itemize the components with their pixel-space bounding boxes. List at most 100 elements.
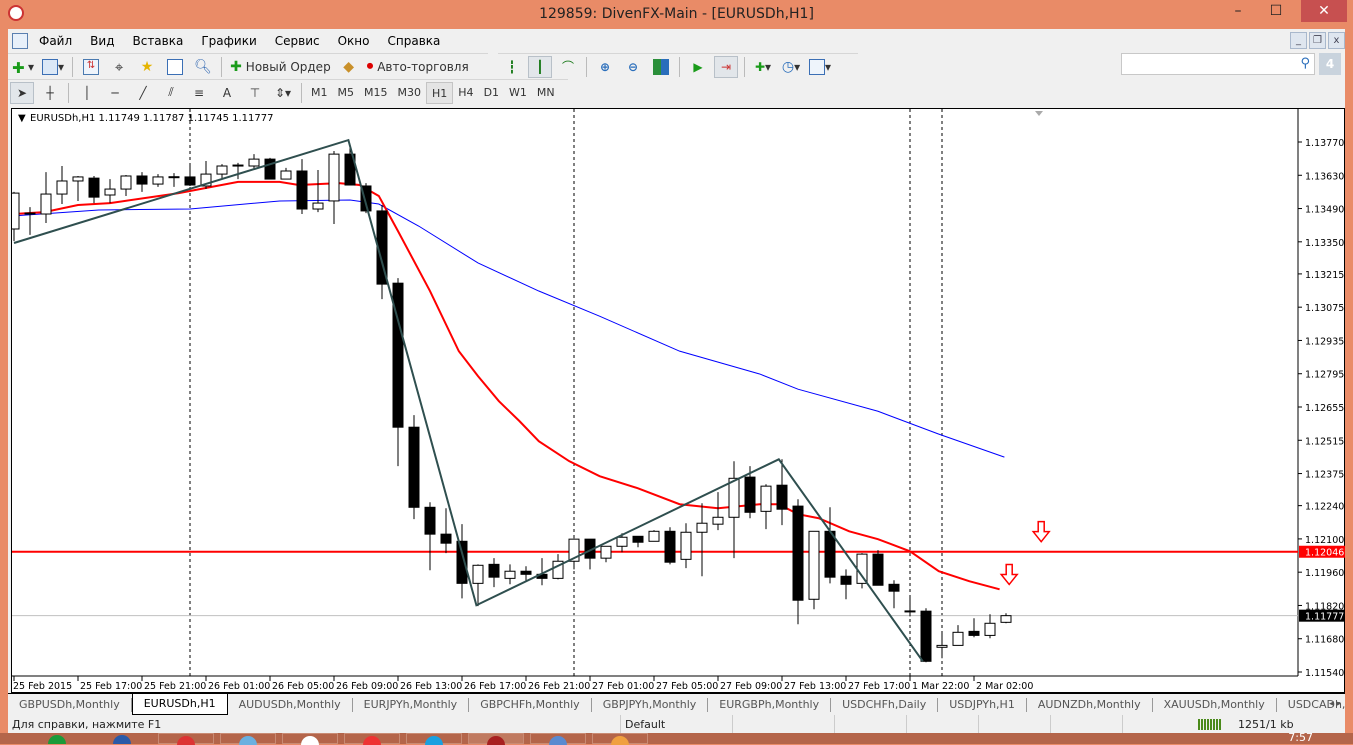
arrows-tool[interactable]: ⇕▾ (271, 82, 295, 104)
chart-shift-marker-icon[interactable] (1035, 111, 1043, 116)
candle (632, 535, 644, 548)
metaeditor-button[interactable]: ◆ (337, 56, 361, 78)
search-icon[interactable]: ⚲ (1300, 56, 1310, 71)
tab-gbpchfh-monthly[interactable]: GBPCHFh,Monthly (469, 697, 592, 712)
taskbar-store-icon[interactable] (30, 733, 86, 744)
taskbar-opera-icon[interactable] (344, 733, 400, 745)
zoom-in-button[interactable]: ⊕ (593, 56, 617, 78)
price-chart[interactable]: ▼ EURUSDh,H1 1.11749 1.11787 1.11745 1.1… (8, 109, 1346, 694)
autoscroll-button[interactable]: ▶ (686, 56, 710, 78)
market-watch-button[interactable]: ⇅ (79, 56, 103, 78)
taskbar-chrome-icon[interactable] (158, 733, 214, 745)
text-label-tool[interactable]: ⊤ (243, 82, 267, 104)
search-input[interactable]: ⚲ (1121, 53, 1315, 75)
chart-window[interactable]: ▼ EURUSDh,H1 1.11749 1.11787 1.11745 1.1… (8, 108, 1346, 694)
candle (88, 175, 100, 204)
timeframe-d1[interactable]: D1 (479, 82, 504, 104)
tab-gbpusdh-monthly[interactable]: GBPUSDh,Monthly (8, 697, 132, 712)
templates-button[interactable]: ▾ (807, 56, 833, 78)
tab-gbpjpyh-monthly[interactable]: GBPJPYh,Monthly (592, 697, 709, 712)
candle-body (232, 164, 244, 167)
chart-window-icon[interactable] (12, 33, 28, 49)
taskbar-skype-icon[interactable] (406, 733, 462, 745)
menu-tools[interactable]: Сервис (266, 29, 329, 53)
taskbar-metatrader-icon[interactable] (468, 733, 524, 745)
timeframe-mn[interactable]: MN (532, 82, 560, 104)
chart-shift-button[interactable]: ⇥ (714, 55, 738, 78)
menu-charts[interactable]: Графики (192, 29, 265, 53)
candle (936, 633, 948, 659)
candlestick-button[interactable]: ┃ (528, 55, 552, 78)
price-tick-label: 1.13630 (1305, 171, 1344, 182)
taskbar-word-icon[interactable] (95, 733, 151, 744)
menu-view[interactable]: Вид (81, 29, 123, 53)
time-tick-label: 2 Mar 02:00 (976, 681, 1033, 692)
tab-audnzdh-monthly[interactable]: AUDNZDh,Monthly (1027, 697, 1153, 712)
mdi-close-button[interactable]: x (1328, 32, 1345, 49)
tile-windows-button[interactable] (649, 56, 673, 78)
menu-window[interactable]: Окно (329, 29, 379, 53)
profiles-button[interactable]: ▾ (40, 56, 66, 78)
cursor-arrow-icon: ➤ (16, 85, 28, 100)
tab-eurusdh-h1[interactable]: EURUSDh,H1 (131, 694, 228, 715)
candle-body (248, 158, 260, 167)
tab-scroll-arrows-icon[interactable]: ◂ ▸ (1329, 699, 1341, 709)
zoom-out-button[interactable]: ⊖ (621, 56, 645, 78)
timeframe-m1[interactable]: M1 (306, 82, 333, 104)
menu-file[interactable]: Файл (30, 29, 81, 53)
tab-usdchfh-daily[interactable]: USDCHFh,Daily (831, 697, 939, 712)
candle (648, 530, 660, 542)
status-traffic: 1251/1 kb (1238, 718, 1294, 731)
taskbar-explorer-icon[interactable] (220, 733, 276, 745)
timeframe-m30[interactable]: M30 (393, 82, 427, 104)
bar-chart-button[interactable]: ┇ (500, 56, 524, 78)
cursor-tool[interactable]: ➤ (10, 81, 34, 104)
horizontal-line-tool[interactable]: ─ (103, 82, 127, 104)
maximize-button[interactable]: ☐ (1261, 0, 1291, 22)
auto-trading-button[interactable]: ⏺ Авто-торговля (365, 56, 471, 78)
periods-button[interactable]: ◷ ▾ (779, 56, 803, 78)
timeframe-m5[interactable]: M5 (333, 82, 360, 104)
fibonacci-tool[interactable]: ≡ (187, 82, 211, 104)
line-chart-button[interactable]: ⌒ (556, 56, 580, 78)
mdi-restore-button[interactable]: ❐ (1309, 32, 1326, 49)
status-help: Для справки, нажмите F1 (12, 718, 162, 731)
terminal-button[interactable] (163, 56, 187, 78)
menu-insert[interactable]: Вставка (123, 29, 192, 53)
trendline-tool[interactable]: ╱ (131, 82, 155, 104)
timeframe-m15[interactable]: M15 (359, 82, 393, 104)
terminal-icon (167, 58, 184, 75)
menu-help[interactable]: Справка (379, 29, 450, 53)
timeframe-w1[interactable]: W1 (504, 82, 532, 104)
tab-xauusdh-monthly[interactable]: XAUUSDh,Monthly (1153, 697, 1277, 712)
equidistant-channel-tool[interactable]: ⫽ (159, 82, 183, 104)
tab-audusdh-monthly[interactable]: AUDUSDh,Monthly (228, 697, 353, 712)
new-chart-button[interactable]: ✚ ▾ (10, 56, 36, 78)
tab-eurjpyh-monthly[interactable]: EURJPYh,Monthly (353, 697, 470, 712)
vertical-line-tool[interactable]: │ (75, 82, 99, 104)
level-price-label: 1.12046 (1305, 548, 1344, 559)
new-order-button[interactable]: ✚ Новый Ордер (228, 56, 333, 78)
tab-usdjpyh-h1[interactable]: USDJPYh,H1 (938, 697, 1027, 712)
navigator-button[interactable]: ★ (135, 56, 159, 78)
indicators-button[interactable]: ✚ ▾ (751, 56, 775, 78)
candle (872, 550, 884, 586)
messages-button[interactable]: 4 (1319, 53, 1341, 75)
timeframe-h1[interactable]: H1 (426, 81, 454, 104)
strategy-tester-button[interactable]: 🔍︎ (191, 56, 215, 78)
close-button[interactable]: ✕ (1301, 0, 1347, 22)
taskbar-yandex-icon[interactable] (282, 733, 338, 745)
minimize-button[interactable]: – (1223, 0, 1253, 22)
chart-header-arrow-icon[interactable]: ▼ (18, 113, 26, 124)
timeframe-h4[interactable]: H4 (453, 82, 478, 104)
candle-body (664, 530, 676, 563)
tab-eurgbph-monthly[interactable]: EURGBPh,Monthly (708, 697, 832, 712)
taskbar-app-icon[interactable] (592, 733, 648, 745)
crosshair-tool[interactable]: ┼ (38, 82, 62, 104)
text-tool[interactable]: A (215, 82, 239, 104)
mdi-minimize-button[interactable]: _ (1290, 32, 1307, 49)
candle-body (648, 530, 660, 542)
taskbar-window-icon[interactable] (530, 733, 586, 745)
text-tool-label: A (222, 85, 232, 100)
data-window-button[interactable]: ⌖ (107, 56, 131, 78)
